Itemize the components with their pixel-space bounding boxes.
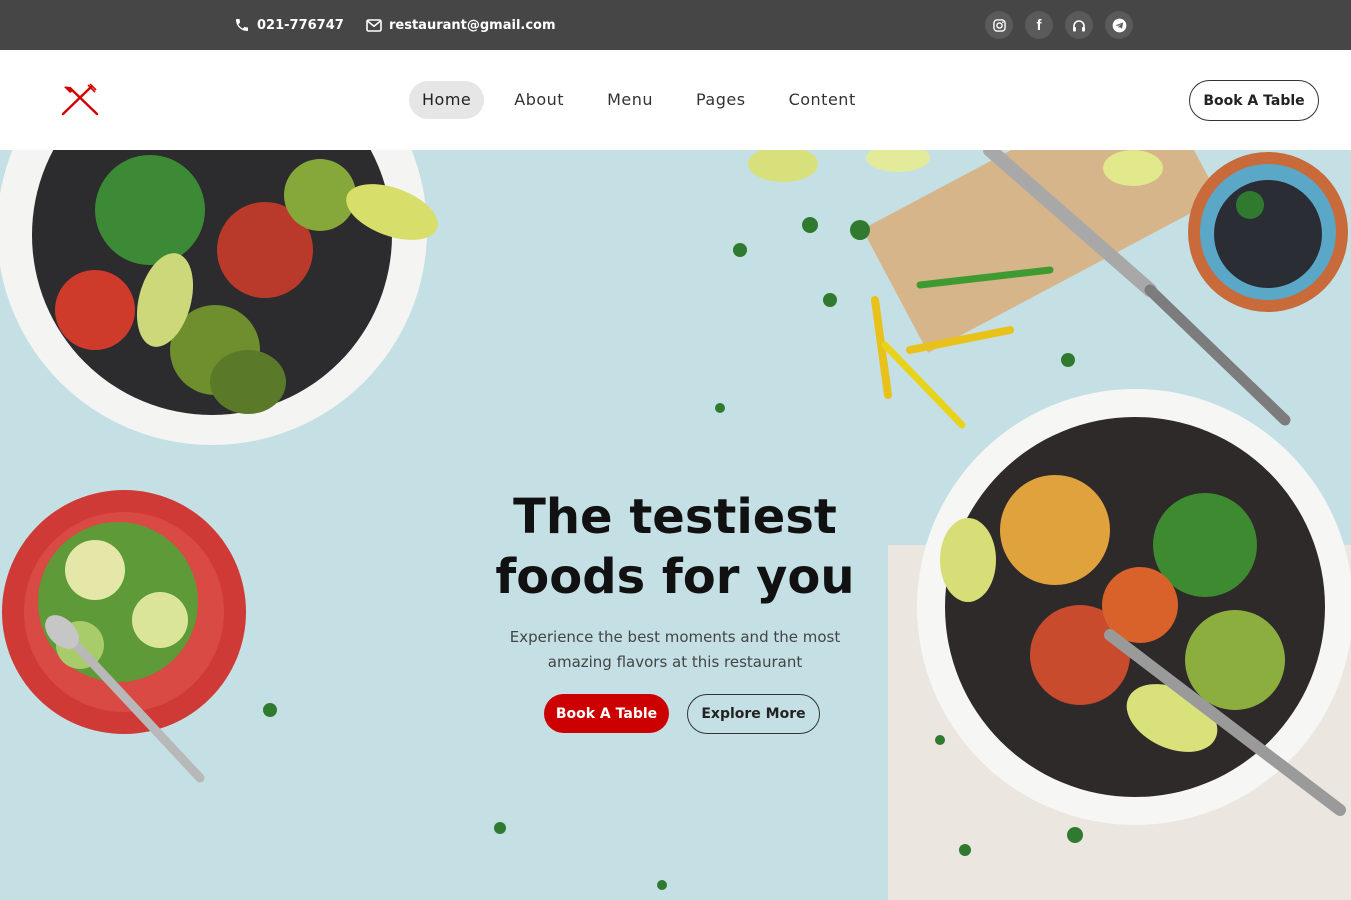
phone-number: 021-776747: [257, 17, 344, 33]
contact-email[interactable]: restaurant@gmail.com: [366, 0, 556, 50]
facebook-glyph: f: [1036, 16, 1042, 34]
email-address: restaurant@gmail.com: [389, 17, 556, 33]
headphones-icon[interactable]: [1065, 11, 1093, 39]
nav-item-pages[interactable]: Pages: [683, 81, 759, 119]
hero-subtitle: Experience the best moments and the most…: [480, 625, 870, 675]
hero-section: The testiest foods for you Experience th…: [0, 150, 1351, 900]
nav-menu: Home About Menu Pages Content: [409, 81, 886, 119]
social-links: f: [985, 11, 1133, 39]
nav-item-about[interactable]: About: [501, 81, 577, 119]
nav-item-menu[interactable]: Menu: [594, 81, 666, 119]
hero-subtitle-line2: amazing flavors at this restaurant: [547, 653, 803, 671]
phone-icon: [234, 17, 250, 33]
telegram-icon[interactable]: [1105, 11, 1133, 39]
explore-more-button[interactable]: Explore More: [687, 694, 820, 734]
hero-buttons: Book A Table Explore More: [0, 694, 1351, 734]
top-bar: 021-776747 restaurant@gmail.com f: [0, 0, 1351, 50]
book-table-nav-button[interactable]: Book A Table: [1189, 80, 1319, 121]
hero-subtitle-line1: Experience the best moments and the most: [509, 628, 841, 646]
envelope-icon: [366, 18, 382, 32]
facebook-icon[interactable]: f: [1025, 11, 1053, 39]
nav-item-content[interactable]: Content: [776, 81, 869, 119]
hero-title: The testiest foods for you: [460, 487, 890, 607]
hero-title-line1: The testiest: [513, 489, 837, 545]
fork-knife-icon[interactable]: [60, 83, 100, 117]
instagram-icon[interactable]: [985, 11, 1013, 39]
book-table-hero-button[interactable]: Book A Table: [544, 694, 669, 733]
contact-phone[interactable]: 021-776747: [234, 0, 344, 50]
nav-item-home[interactable]: Home: [409, 81, 485, 119]
main-navbar: Home About Menu Pages Content Book A Tab…: [0, 50, 1351, 150]
hero-title-line2: foods for you: [495, 549, 855, 605]
